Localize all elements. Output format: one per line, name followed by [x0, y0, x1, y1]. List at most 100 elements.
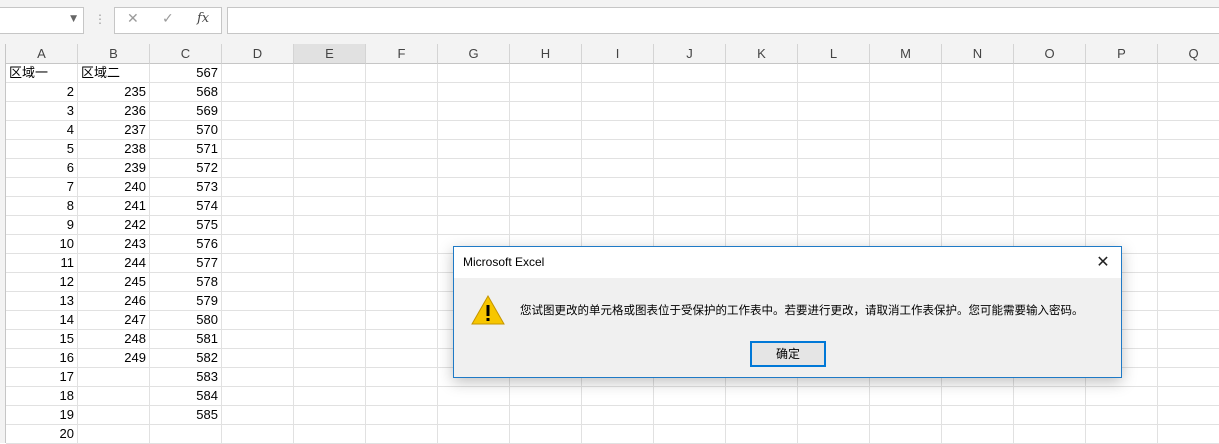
cell-q6[interactable]	[1158, 159, 1219, 178]
cell-p6[interactable]	[1086, 159, 1158, 178]
cell-h9[interactable]	[510, 216, 582, 235]
cell-q14[interactable]	[1158, 311, 1219, 330]
cell-n4[interactable]	[942, 121, 1014, 140]
cell-k3[interactable]	[726, 102, 798, 121]
cell-h20[interactable]	[510, 425, 582, 444]
cell-o18[interactable]	[1014, 387, 1086, 406]
cell-j20[interactable]	[654, 425, 726, 444]
cell-c7[interactable]: 573	[150, 178, 222, 197]
cell-b18[interactable]	[78, 387, 150, 406]
cell-h1[interactable]	[510, 64, 582, 83]
cell-e12[interactable]	[294, 273, 366, 292]
cell-f12[interactable]	[366, 273, 438, 292]
cell-o1[interactable]	[1014, 64, 1086, 83]
cell-g4[interactable]	[438, 121, 510, 140]
cell-i1[interactable]	[582, 64, 654, 83]
cell-h3[interactable]	[510, 102, 582, 121]
cell-k4[interactable]	[726, 121, 798, 140]
cell-d9[interactable]	[222, 216, 294, 235]
cell-a6[interactable]: 6	[6, 159, 78, 178]
cell-h2[interactable]	[510, 83, 582, 102]
cell-l3[interactable]	[798, 102, 870, 121]
cell-c6[interactable]: 572	[150, 159, 222, 178]
cell-i4[interactable]	[582, 121, 654, 140]
cell-j7[interactable]	[654, 178, 726, 197]
cell-a13[interactable]: 13	[6, 292, 78, 311]
dialog-titlebar[interactable]: Microsoft Excel ✕	[454, 247, 1121, 278]
cell-d6[interactable]	[222, 159, 294, 178]
cell-h4[interactable]	[510, 121, 582, 140]
cell-n19[interactable]	[942, 406, 1014, 425]
column-header-o[interactable]: O	[1014, 44, 1086, 64]
cell-k5[interactable]	[726, 140, 798, 159]
cell-l19[interactable]	[798, 406, 870, 425]
cell-b17[interactable]	[78, 368, 150, 387]
cell-n7[interactable]	[942, 178, 1014, 197]
column-header-i[interactable]: I	[582, 44, 654, 64]
cell-a20[interactable]: 20	[6, 425, 78, 444]
cell-d20[interactable]	[222, 425, 294, 444]
cell-o8[interactable]	[1014, 197, 1086, 216]
cell-o19[interactable]	[1014, 406, 1086, 425]
cell-f18[interactable]	[366, 387, 438, 406]
formula-input[interactable]	[227, 7, 1219, 34]
cell-d10[interactable]	[222, 235, 294, 254]
cell-b11[interactable]: 244	[78, 254, 150, 273]
cell-c15[interactable]: 581	[150, 330, 222, 349]
cell-k19[interactable]	[726, 406, 798, 425]
cell-c11[interactable]: 577	[150, 254, 222, 273]
chevron-down-icon[interactable]: ▼	[70, 14, 77, 24]
cell-k2[interactable]	[726, 83, 798, 102]
cell-m9[interactable]	[870, 216, 942, 235]
cell-a14[interactable]: 14	[6, 311, 78, 330]
cell-b10[interactable]: 243	[78, 235, 150, 254]
column-header-b[interactable]: B	[78, 44, 150, 64]
cell-a15[interactable]: 15	[6, 330, 78, 349]
cell-d11[interactable]	[222, 254, 294, 273]
cell-m8[interactable]	[870, 197, 942, 216]
cell-e7[interactable]	[294, 178, 366, 197]
cell-d1[interactable]	[222, 64, 294, 83]
cell-j4[interactable]	[654, 121, 726, 140]
column-header-p[interactable]: P	[1086, 44, 1158, 64]
cell-g1[interactable]	[438, 64, 510, 83]
cell-c2[interactable]: 568	[150, 83, 222, 102]
cell-l4[interactable]	[798, 121, 870, 140]
cell-m19[interactable]	[870, 406, 942, 425]
cell-q11[interactable]	[1158, 254, 1219, 273]
ok-button[interactable]: 确定	[750, 341, 826, 367]
cell-a11[interactable]: 11	[6, 254, 78, 273]
cell-q12[interactable]	[1158, 273, 1219, 292]
cell-f5[interactable]	[366, 140, 438, 159]
cell-c14[interactable]: 580	[150, 311, 222, 330]
cell-m7[interactable]	[870, 178, 942, 197]
cell-h18[interactable]	[510, 387, 582, 406]
insert-function-icon[interactable]: fx	[197, 11, 209, 26]
cell-c4[interactable]: 570	[150, 121, 222, 140]
cell-p9[interactable]	[1086, 216, 1158, 235]
cell-q1[interactable]	[1158, 64, 1219, 83]
cell-c12[interactable]: 578	[150, 273, 222, 292]
cell-j6[interactable]	[654, 159, 726, 178]
cell-q17[interactable]	[1158, 368, 1219, 387]
cell-d15[interactable]	[222, 330, 294, 349]
cell-e10[interactable]	[294, 235, 366, 254]
cell-d12[interactable]	[222, 273, 294, 292]
cell-n2[interactable]	[942, 83, 1014, 102]
cell-d14[interactable]	[222, 311, 294, 330]
cell-a17[interactable]: 17	[6, 368, 78, 387]
column-header-h[interactable]: H	[510, 44, 582, 64]
cell-c19[interactable]: 585	[150, 406, 222, 425]
cell-a2[interactable]: 2	[6, 83, 78, 102]
cell-n1[interactable]	[942, 64, 1014, 83]
cell-i18[interactable]	[582, 387, 654, 406]
cell-g3[interactable]	[438, 102, 510, 121]
cell-b15[interactable]: 248	[78, 330, 150, 349]
cell-m2[interactable]	[870, 83, 942, 102]
column-header-j[interactable]: J	[654, 44, 726, 64]
cell-c8[interactable]: 574	[150, 197, 222, 216]
cell-c9[interactable]: 575	[150, 216, 222, 235]
column-header-f[interactable]: F	[366, 44, 438, 64]
cell-c17[interactable]: 583	[150, 368, 222, 387]
cell-q15[interactable]	[1158, 330, 1219, 349]
